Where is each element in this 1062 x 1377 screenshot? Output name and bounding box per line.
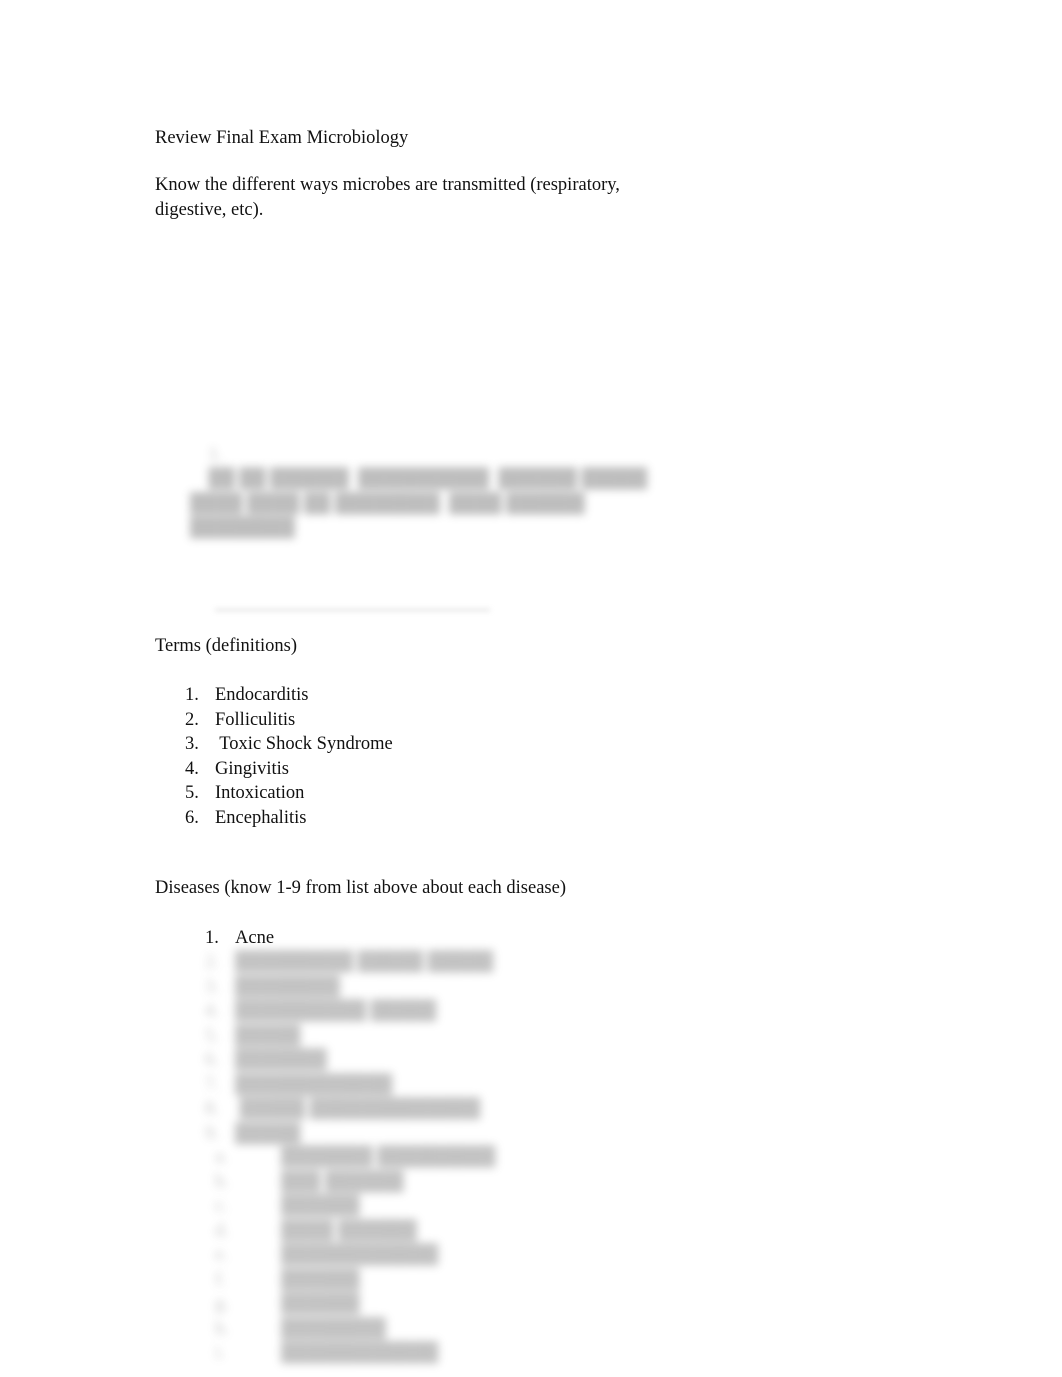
redacted-list-item-marker: i.: [215, 1343, 225, 1363]
redacted-list-item-marker: 8.: [205, 1099, 219, 1119]
list-item-marker: 1.: [185, 685, 199, 705]
redacted-list-item: 4. ██████████ █████: [205, 999, 493, 1024]
redacted-list-item: e. ████████████: [215, 1243, 495, 1268]
redacted-diseases-list-lower: a. ███████ █████████ b. ███ ██████ c. ██████ d…: [215, 1145, 495, 1366]
redacted-list-item-label: ████████████: [235, 1074, 393, 1095]
list-item-label: Toxic Shock Syndrome: [215, 734, 393, 754]
list-item-marker: 6.: [185, 807, 199, 828]
redacted-list-item: c. ██████: [215, 1194, 495, 1219]
redacted-list-item-label: ███ ██████: [281, 1171, 404, 1192]
list-item-label: Encephalitis: [215, 807, 307, 828]
redacted-paragraph-text: ██ ██ ██████ ██████████ ██████ █████ ███…: [190, 469, 652, 538]
list-item: 1. Acne: [205, 926, 274, 951]
redacted-list-item-marker: c.: [215, 1196, 228, 1216]
redacted-list-item-label: ██████████ █████: [235, 1001, 437, 1021]
list-item: 6. Encephalitis: [185, 806, 393, 831]
redacted-list-item: f. ██████: [215, 1268, 495, 1293]
redacted-list-item: d. ████ ██████: [215, 1219, 495, 1244]
list-item-marker: 2.: [185, 709, 199, 730]
redacted-list-item-marker: 2.: [205, 952, 219, 972]
redacted-list-item: g. ██████: [215, 1292, 495, 1317]
redacted-list-item-label: ███████ █████████: [281, 1147, 496, 1167]
list-item: 5. Intoxication: [185, 781, 393, 806]
redacted-list-item-marker: a.: [215, 1147, 228, 1167]
redacted-list-item-label: █████ █████████████: [235, 1099, 481, 1119]
list-item: 1. Endocarditis: [185, 683, 393, 708]
list-item: 4. Gingivitis: [185, 757, 393, 782]
redacted-list-item-label: ████████████: [281, 1343, 439, 1363]
list-item-label: Acne: [235, 928, 275, 948]
redacted-list-item: 9. █████: [205, 1122, 493, 1147]
page-title: Review Final Exam Microbiology: [155, 128, 409, 148]
list-item-marker: 1.: [205, 928, 219, 948]
redacted-list-item-marker: f.: [215, 1269, 226, 1290]
document-page: Review Final Exam Microbiology Know the …: [0, 0, 1062, 1377]
terms-heading: Terms (definitions): [155, 636, 298, 656]
redacted-paragraph-marker: 1.: [208, 444, 223, 465]
redacted-list-item-label: █████: [235, 1025, 301, 1046]
list-item-label: Endocarditis: [215, 685, 309, 705]
redacted-list-item-marker: 5.: [205, 1025, 219, 1046]
redacted-list-item: 8. █████ █████████████: [205, 1097, 493, 1122]
redacted-list-item-label: ████████: [281, 1318, 386, 1339]
redacted-diseases-list-upper: 2. █████████ █████ █████ 3. ████████ 4. █████…: [205, 950, 493, 1146]
list-item-label: Intoxication: [215, 783, 305, 803]
redacted-list-item-label: ██████: [281, 1269, 360, 1290]
redacted-list-item-marker: b.: [215, 1171, 229, 1192]
redacted-list-item-label: █████: [235, 1123, 301, 1144]
redacted-list-item-label: ████████████: [281, 1245, 439, 1265]
redacted-list-item-marker: 4.: [205, 1001, 219, 1021]
redacted-list-item-label: █████████ █████ █████: [235, 952, 494, 972]
redacted-list-item-marker: 7.: [205, 1074, 219, 1095]
redacted-list-item: 3. ████████: [205, 975, 493, 1000]
redacted-list-item-marker: g.: [215, 1294, 229, 1314]
list-item-marker: 4.: [185, 758, 199, 779]
redacted-list-item-marker: 6.: [205, 1050, 219, 1070]
list-item: 3. Toxic Shock Syndrome: [185, 732, 393, 757]
redacted-list-item: a. ███████ █████████: [215, 1145, 495, 1170]
redacted-list-item-label: ███████: [235, 1050, 327, 1070]
redacted-list-item-marker: 9.: [205, 1123, 219, 1144]
redacted-list-item-label: ████████: [235, 976, 340, 997]
redacted-list-item-marker: h.: [215, 1318, 229, 1339]
terms-list: 1. Endocarditis 2. Folliculitis 3. Toxic Sho…: [185, 683, 393, 830]
redacted-list-item-marker: e.: [215, 1245, 228, 1265]
redacted-list-item: 7. ████████████: [205, 1073, 493, 1098]
list-item-marker: 3.: [185, 734, 199, 754]
redacted-list-item-label: ██████: [281, 1294, 360, 1314]
redacted-list-item: b. ███ ██████: [215, 1170, 495, 1195]
list-item-marker: 5.: [185, 783, 199, 803]
diseases-heading: Diseases (know 1-9 from list above about…: [155, 878, 566, 898]
redacted-list-item-label: ██████: [281, 1196, 360, 1216]
list-item: 2. Folliculitis: [185, 708, 393, 733]
intro-paragraph: Know the different ways microbes are tra…: [155, 175, 625, 220]
redacted-list-item: h. ████████: [215, 1317, 495, 1342]
redacted-list-item-label: ████ ██████: [281, 1220, 417, 1241]
list-item-label: Gingivitis: [215, 758, 290, 779]
redacted-list-item-marker: d.: [215, 1220, 229, 1241]
redacted-paragraph: 1. ██ ██ ██████ ██████████ ██████ █████ …: [190, 418, 685, 565]
redacted-list-item: 5. █████: [205, 1024, 493, 1049]
redacted-list-item: 2. █████████ █████ █████: [205, 950, 493, 975]
diseases-list: 1. Acne: [205, 926, 274, 951]
horizontal-rule: [215, 609, 490, 611]
redacted-list-item-marker: 3.: [205, 976, 219, 997]
redacted-list-item: 6. ███████: [205, 1048, 493, 1073]
list-item-label: Folliculitis: [215, 709, 296, 730]
redacted-list-item: i. ████████████: [215, 1341, 495, 1366]
